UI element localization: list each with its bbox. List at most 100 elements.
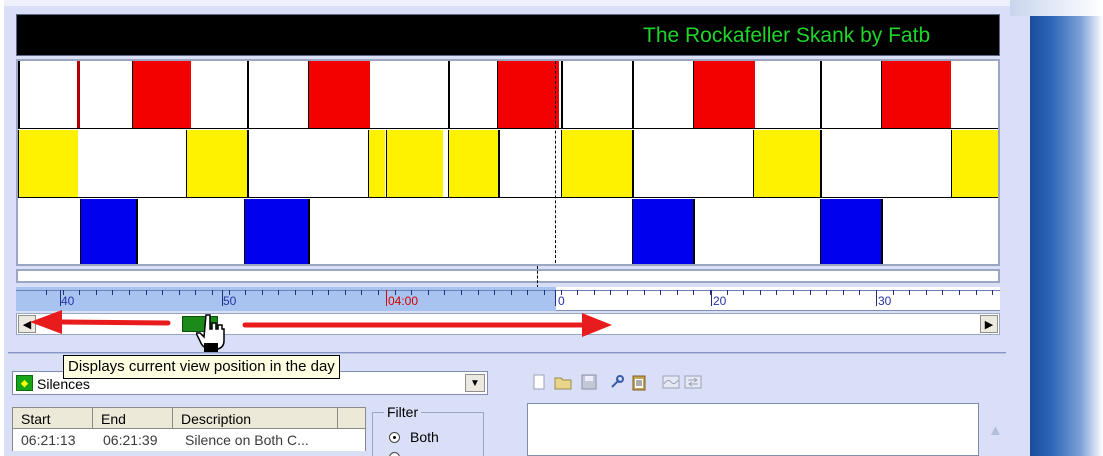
swap-icon[interactable] bbox=[684, 373, 702, 391]
ruler-tick bbox=[129, 290, 130, 295]
ruler-tick bbox=[162, 290, 163, 295]
cell-description: Silence on Both C... bbox=[185, 432, 309, 448]
ruler-tick bbox=[826, 290, 827, 295]
ruler-tick bbox=[212, 290, 213, 295]
window-left-edge bbox=[0, 0, 4, 456]
ruler-tick bbox=[660, 290, 661, 295]
arrow-up-icon[interactable]: ▲ bbox=[988, 422, 1003, 440]
ruler-tick bbox=[278, 290, 279, 295]
ruler-tick bbox=[328, 290, 329, 295]
ruler-tick bbox=[361, 290, 362, 295]
filter-option-radio[interactable] bbox=[389, 452, 400, 456]
ruler-tick bbox=[627, 290, 628, 295]
filter-both-radio[interactable] bbox=[389, 432, 400, 443]
ruler-tick bbox=[859, 290, 860, 295]
lane-divider bbox=[820, 130, 822, 198]
red-block[interactable] bbox=[497, 61, 559, 129]
scroll-right-button[interactable]: ▶ bbox=[980, 315, 998, 333]
ruler-tick bbox=[428, 290, 429, 295]
column-end[interactable]: End bbox=[93, 408, 173, 429]
lane-blue[interactable] bbox=[18, 199, 998, 264]
ruler-major-tick bbox=[711, 290, 712, 306]
red-block[interactable] bbox=[132, 61, 191, 129]
ruler-tick bbox=[345, 290, 346, 295]
yellow-block[interactable] bbox=[18, 130, 78, 198]
ruler-tick bbox=[693, 290, 694, 295]
lane-divider bbox=[136, 199, 138, 264]
clipboard-icon[interactable] bbox=[630, 373, 648, 391]
ruler-tick bbox=[577, 290, 578, 295]
cell-start: 06:21:13 bbox=[21, 432, 76, 448]
save-icon[interactable] bbox=[580, 373, 598, 391]
ruler-tick bbox=[478, 290, 479, 295]
lane-divider bbox=[881, 199, 883, 264]
blue-block[interactable] bbox=[244, 199, 308, 264]
ruler-label: 50 bbox=[223, 294, 237, 308]
open-folder-icon[interactable] bbox=[554, 373, 572, 391]
lane-separator bbox=[18, 197, 998, 198]
new-doc-icon[interactable] bbox=[530, 373, 548, 391]
ruler-tick bbox=[527, 290, 528, 295]
now-playing-marquee: The Rockafeller Skank by Fatb bbox=[16, 14, 1000, 56]
lane-red[interactable] bbox=[18, 61, 998, 129]
ruler-tick bbox=[295, 290, 296, 295]
ruler-tick bbox=[245, 290, 246, 295]
ruler-tick bbox=[610, 290, 611, 295]
ruler-tick bbox=[793, 290, 794, 295]
time-ruler[interactable]: 40 50 04:00 0 20 30 bbox=[16, 287, 1000, 311]
yellow-block[interactable] bbox=[753, 130, 820, 198]
ruler-major-tick bbox=[876, 290, 877, 306]
chevron-down-icon: ▼ bbox=[470, 377, 480, 389]
lane-marker bbox=[77, 61, 80, 129]
lane-divider bbox=[632, 130, 634, 198]
yellow-block[interactable] bbox=[368, 130, 385, 198]
ruler-tick bbox=[461, 290, 462, 295]
yellow-block[interactable] bbox=[386, 130, 443, 198]
silence-icon: ◆ bbox=[16, 375, 33, 391]
blue-block[interactable] bbox=[632, 199, 693, 264]
column-description[interactable]: Description bbox=[173, 408, 338, 429]
timeline-lanes[interactable] bbox=[16, 59, 1000, 266]
lane-divider bbox=[448, 61, 450, 129]
blue-block[interactable] bbox=[80, 199, 136, 264]
overview-strip[interactable] bbox=[16, 269, 1000, 283]
yellow-block[interactable] bbox=[561, 130, 632, 198]
notes-textarea[interactable] bbox=[527, 403, 979, 456]
dropdown-button[interactable]: ▼ bbox=[465, 374, 485, 392]
ruler-tick bbox=[511, 290, 512, 295]
lane-divider bbox=[632, 61, 634, 129]
red-block[interactable] bbox=[881, 61, 951, 129]
red-block[interactable] bbox=[693, 61, 755, 129]
window-top-edge bbox=[0, 0, 1030, 6]
cell-end: 06:21:39 bbox=[103, 432, 158, 448]
ruler-tick bbox=[893, 290, 894, 295]
lane-divider bbox=[18, 61, 20, 129]
ruler-label: 40 bbox=[61, 294, 75, 308]
editor-toolbar bbox=[530, 373, 760, 393]
ruler-major-tick bbox=[386, 290, 387, 306]
blue-block[interactable] bbox=[820, 199, 881, 264]
yellow-block[interactable] bbox=[186, 130, 247, 198]
now-playing-text: The Rockafeller Skank by Fatb bbox=[643, 24, 931, 47]
yellow-block[interactable] bbox=[951, 130, 998, 198]
ruler-tick bbox=[312, 290, 313, 295]
filter-both-label: Both bbox=[410, 429, 439, 445]
scroll-left-button[interactable]: ◀ bbox=[18, 315, 36, 333]
ruler-tick bbox=[378, 290, 379, 295]
hand-cursor-icon bbox=[194, 313, 226, 353]
red-block[interactable] bbox=[308, 61, 370, 129]
ruler-baseline bbox=[16, 290, 1000, 291]
lane-yellow[interactable] bbox=[18, 130, 998, 198]
day-position-scrollbar[interactable]: ◀ ▶ bbox=[16, 313, 1000, 335]
ruler-label: 20 bbox=[713, 294, 727, 308]
column-start[interactable]: Start bbox=[13, 408, 93, 429]
ruler-tick bbox=[810, 290, 811, 295]
yellow-block[interactable] bbox=[448, 130, 498, 198]
app-window: The Rockafeller Skank by Fatb 40 50 04:0… bbox=[0, 0, 1030, 456]
table-row[interactable]: 06:21:13 06:21:39 Silence on Both C... bbox=[12, 429, 366, 451]
ruler-tick bbox=[146, 290, 147, 295]
wrench-icon[interactable] bbox=[608, 373, 626, 391]
background-fade bbox=[1010, 0, 1103, 16]
lane-divider bbox=[820, 61, 822, 129]
wave-icon[interactable] bbox=[662, 373, 680, 391]
